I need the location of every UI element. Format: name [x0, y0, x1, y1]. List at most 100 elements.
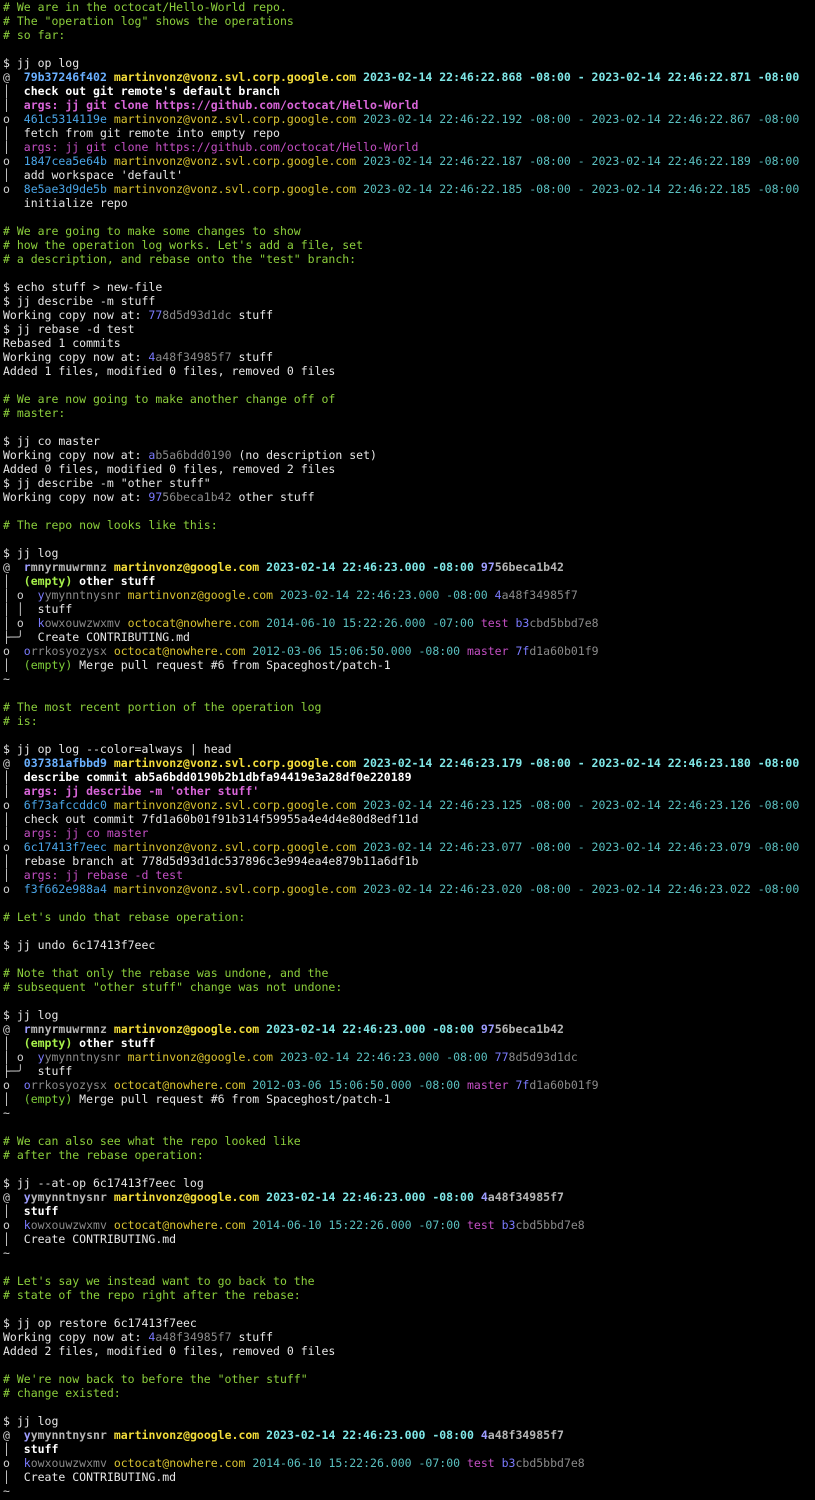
terminal-line: ├─╯ Create CONTRIBUTING.md: [3, 630, 815, 644]
terminal-text: # is:: [3, 714, 38, 728]
terminal-text: initialize repo: [23, 196, 128, 210]
terminal-text: $ jj op log: [3, 56, 80, 70]
terminal-line: │ describe commit ab5a6bdd0190b2b1dbfa94…: [3, 770, 815, 784]
terminal-text: ~: [3, 1484, 10, 1498]
terminal-text: 8e5ae3d9de5b: [23, 182, 107, 196]
terminal-line: │ check out commit 7fd1a60b01f91b314f599…: [3, 812, 815, 826]
terminal-line: @ yymynntnysnr martinvonz@google.com 202…: [3, 1190, 815, 1204]
terminal-text: 2014-06-10 15:22:26.000 -07:00: [252, 1218, 461, 1232]
terminal-text: o: [23, 1078, 31, 1092]
terminal-text: 2012-03-06 15:06:50.000 -08:00: [252, 644, 461, 658]
terminal-text: 2023-02-14 22:46:23.000 -08:00: [266, 1022, 474, 1036]
terminal-text: o: [23, 644, 31, 658]
terminal-text: # Let's undo that rebase operation:: [3, 910, 246, 924]
terminal-text: # The "operation log" shows the operatio…: [3, 14, 294, 28]
terminal-text: o: [3, 1456, 24, 1470]
terminal-text: stuff: [37, 602, 73, 616]
terminal-text: (empty): [23, 658, 73, 672]
terminal-text: r: [23, 560, 31, 574]
terminal-line: # The most recent portion of the operati…: [3, 700, 815, 714]
terminal-text: # Let's say we instead want to go back t…: [3, 1274, 315, 1288]
terminal-text: test: [466, 1218, 495, 1232]
terminal-text: # The most recent portion of the operati…: [3, 700, 322, 714]
terminal-text: ymynntnysnr: [44, 1050, 121, 1064]
terminal-text: k: [23, 1456, 31, 1470]
terminal-line: o 8e5ae3d9de5b martinvonz@vonz.svl.corp.…: [3, 182, 815, 196]
terminal-text: Working copy now at:: [3, 350, 149, 364]
terminal-text: 79b37246f402: [23, 70, 107, 84]
terminal-text: 2023-02-14 22:46:23.000 -08:00: [280, 588, 488, 602]
terminal-line: $ echo stuff > new-file: [3, 280, 815, 294]
terminal-text: $ jj log: [3, 1414, 59, 1428]
terminal-line: $ jj log: [3, 1008, 815, 1022]
terminal-text: martinvonz@vonz.svl.corp.google.com: [113, 70, 357, 84]
terminal-text: Merge pull request #6 from Spaceghost/pa…: [72, 1092, 391, 1106]
terminal-text: $ jj co master: [3, 434, 100, 448]
terminal-text: mnyrmuwrmnz: [30, 1022, 107, 1036]
terminal-line: # We can also see what the repo looked l…: [3, 1134, 815, 1148]
terminal-text: # a description, and rebase onto the "te…: [3, 252, 357, 266]
terminal-text: │: [3, 1470, 24, 1484]
terminal-line: Added 2 files, modified 0 files, removed…: [3, 1344, 815, 1358]
terminal-line: o orrkosyozysx octocat@nowhere.com 2012-…: [3, 1078, 815, 1092]
terminal-text: # We can also see what the repo looked l…: [3, 1134, 301, 1148]
terminal-text: o: [3, 1078, 24, 1092]
terminal-text: k: [23, 1218, 31, 1232]
terminal-text: f3f662e988a4: [23, 882, 107, 896]
terminal-text: a48f34985f7: [501, 588, 578, 602]
terminal-text: martinvonz@google.com: [113, 1190, 260, 1204]
terminal-text: martinvonz@google.com: [113, 1022, 260, 1036]
terminal-text: ymynntnysnr: [30, 1428, 107, 1442]
terminal-text: @: [3, 1022, 24, 1036]
terminal-line: $ jj op restore 6c17413f7eec: [3, 1316, 815, 1330]
terminal-text: │: [3, 812, 24, 826]
terminal-text: $ jj undo 6c17413f7eec: [3, 938, 156, 952]
terminal-text: Added 2 files, modified 0 files, removed…: [3, 1344, 336, 1358]
terminal-text: # after the rebase operation:: [3, 1148, 204, 1162]
terminal-text: Create CONTRIBUTING.md: [23, 1470, 177, 1484]
terminal-text: o: [3, 882, 24, 896]
terminal-line: │ │ stuff: [3, 602, 815, 616]
terminal-text: # We are now going to make another chang…: [3, 392, 336, 406]
terminal-text: stuff: [231, 308, 274, 322]
terminal-text: 2023-02-14 22:46:23.000 -08:00: [266, 1428, 474, 1442]
terminal-text: o: [3, 840, 24, 854]
terminal-text: master: [466, 1078, 509, 1092]
terminal-text: # state of the repo right after the reba…: [3, 1288, 301, 1302]
terminal-line: # subsequent "other stuff" change was no…: [3, 980, 815, 994]
terminal-text: stuff: [23, 1442, 59, 1456]
terminal-text: 77: [494, 1050, 509, 1064]
terminal-text: other stuff: [72, 1036, 156, 1050]
terminal-line: Added 0 files, modified 0 files, removed…: [3, 462, 815, 476]
terminal-line: │ args: jj describe -m 'other stuff': [3, 784, 815, 798]
terminal-text: # change existed:: [3, 1386, 121, 1400]
terminal-text: Added 0 files, modified 0 files, removed…: [3, 462, 336, 476]
terminal-text: 97: [480, 1022, 495, 1036]
terminal-output[interactable]: # We are in the octocat/Hello-World repo…: [0, 0, 815, 1500]
terminal-text: martinvonz@vonz.svl.corp.google.com: [113, 112, 357, 126]
terminal-text: args: jj describe -m 'other stuff': [23, 784, 260, 798]
terminal-line: # how the operation log works. Let's add…: [3, 238, 815, 252]
terminal-text: $ jj describe -m stuff: [3, 294, 156, 308]
terminal-line: o 461c5314119e martinvonz@vonz.svl.corp.…: [3, 112, 815, 126]
terminal-text: rrkosyozysx: [30, 644, 107, 658]
terminal-text: k: [37, 616, 45, 630]
terminal-text: test: [466, 1456, 495, 1470]
terminal-text: ~: [3, 1106, 10, 1120]
